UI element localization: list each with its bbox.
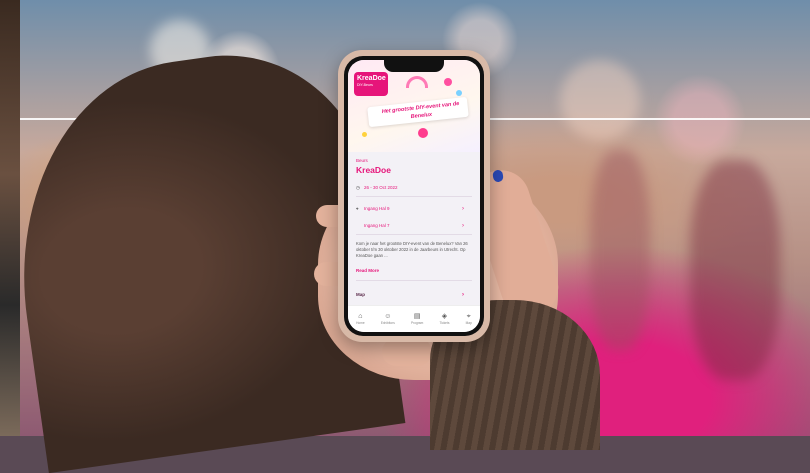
tab-tickets[interactable]: ◈ Tickets: [439, 313, 449, 325]
entrance-row-1[interactable]: ⌖ Ingang Hal 9 ›: [356, 206, 472, 212]
event-description: Kom je naar het grootste DIY-event van d…: [356, 241, 468, 258]
location-pin-icon: ⌖: [356, 206, 359, 211]
people-icon: ☺: [384, 313, 392, 320]
phone-bezel: KreaDoe DIY-Beurs Het grootste DIY-event…: [344, 56, 484, 336]
hero-banner: KreaDoe DIY-Beurs Het grootste DIY-event…: [348, 60, 480, 152]
app-screen: KreaDoe DIY-Beurs Het grootste DIY-event…: [348, 60, 480, 332]
donut-icon: [418, 128, 428, 138]
ticket-icon: ◈: [441, 313, 448, 320]
tab-exhibitors[interactable]: ☺ Exhibitors: [381, 313, 395, 325]
smartphone: KreaDoe DIY-Beurs Het grootste DIY-event…: [338, 50, 490, 342]
balloon-icon: [444, 78, 452, 86]
chevron-right-icon: ›: [462, 223, 464, 229]
kreadoe-logo[interactable]: KreaDoe DIY-Beurs: [354, 72, 388, 96]
dot-icon: [456, 90, 462, 96]
divider: [356, 280, 472, 281]
confetti-icon: [362, 132, 367, 137]
event-title: KreaDoe: [356, 165, 391, 175]
logo-text: KreaDoe: [357, 75, 386, 82]
map-row[interactable]: Map ›: [356, 292, 472, 298]
bottom-tab-bar: ⌂ Home ☺ Exhibitors ▤ Program ◈ Tickets ⌖ Map: [348, 305, 480, 332]
map-label: Map: [356, 292, 365, 297]
entrance-row-2[interactable]: Ingang Hal 7 ›: [356, 223, 472, 229]
clock-icon: ◷: [356, 185, 360, 190]
tab-home[interactable]: ⌂ Home: [356, 313, 365, 325]
chevron-right-icon: ›: [462, 206, 464, 212]
divider: [356, 196, 472, 197]
home-icon: ⌂: [358, 313, 363, 320]
read-more-link[interactable]: Read More: [356, 268, 379, 273]
blurred-person: [590, 150, 650, 350]
entrance-label: Ingang Hal 7: [364, 223, 390, 228]
tab-map[interactable]: ⌖ Map: [466, 313, 472, 325]
blurred-person: [690, 160, 780, 380]
left-edge-object: [0, 0, 20, 436]
finger: [382, 338, 432, 366]
logo-subtext: DIY-Beurs: [357, 83, 373, 87]
entrance-label: Ingang Hal 9: [364, 206, 390, 211]
calendar-icon: ▤: [413, 313, 421, 320]
divider: [356, 234, 472, 235]
date-row: ◷ 26 - 30 Oct 2022: [356, 185, 472, 191]
map-pin-icon: ⌖: [466, 313, 471, 320]
tab-program[interactable]: ▤ Program: [411, 313, 423, 325]
chevron-right-icon: ›: [462, 292, 464, 298]
section-label: Beurs: [356, 158, 368, 163]
phone-notch: [384, 60, 444, 72]
event-date: 26 - 30 Oct 2022: [364, 185, 398, 190]
rainbow-icon: [406, 76, 428, 88]
bokeh-light: [560, 60, 640, 140]
